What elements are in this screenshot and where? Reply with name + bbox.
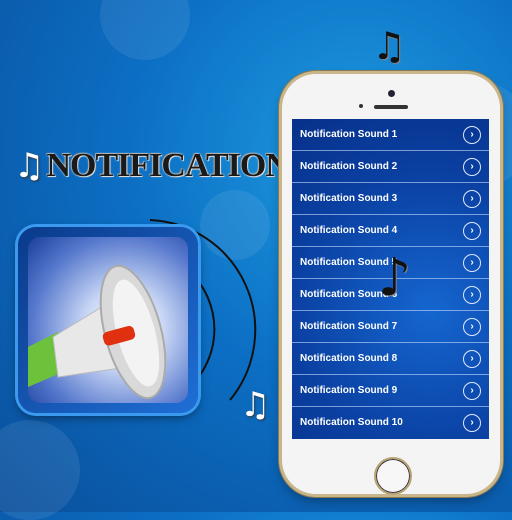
list-item-label: Notification Sound 1 <box>300 129 398 140</box>
list-item-label: Notification Sound 2 <box>300 161 398 172</box>
list-item[interactable]: Notification Sound 7 › <box>292 311 489 343</box>
list-item[interactable]: Notification Sound 1 › <box>292 119 489 151</box>
list-item-label: Notification Sound 9 <box>300 385 398 396</box>
chevron-right-icon[interactable]: › <box>463 157 481 176</box>
megaphone-icon <box>28 237 188 403</box>
list-item-label: Notification Sound 7 <box>300 321 398 332</box>
music-note-icon: ♫ <box>372 24 407 68</box>
home-button[interactable] <box>374 457 412 495</box>
chevron-right-icon[interactable]: › <box>463 317 481 336</box>
chevron-right-icon[interactable]: › <box>463 381 481 400</box>
sensor-icon <box>359 104 363 108</box>
chevron-right-icon[interactable]: › <box>463 125 481 144</box>
camera-icon <box>388 90 395 97</box>
list-item[interactable]: Notification Sound 10 › <box>292 407 489 438</box>
list-item[interactable]: Notification Sound 9 › <box>292 375 489 407</box>
app-icon <box>18 227 198 413</box>
list-item-label: Notification Sound 8 <box>300 353 398 364</box>
speaker-grille <box>374 105 408 109</box>
bokeh-light <box>0 420 80 520</box>
list-item[interactable]: Notification Sound 8 › <box>292 343 489 375</box>
music-note-icon: ♫ <box>14 146 45 186</box>
music-note-icon: ♪ <box>378 248 412 308</box>
music-note-icon: ♫ <box>240 385 271 425</box>
chevron-right-icon[interactable]: › <box>463 413 481 432</box>
chevron-right-icon[interactable]: › <box>463 285 481 304</box>
list-item-label: Notification Sound 4 <box>300 225 398 236</box>
chevron-right-icon[interactable]: › <box>463 349 481 368</box>
app-title: ♫ NOTIFICATION <box>14 146 290 186</box>
chevron-right-icon[interactable]: › <box>463 253 481 272</box>
bokeh-light <box>100 0 190 60</box>
list-item-label: Notification Sound 3 <box>300 193 398 204</box>
chevron-right-icon[interactable]: › <box>463 189 481 208</box>
list-item-label: Notification Sound 10 <box>300 417 403 428</box>
list-item[interactable]: Notification Sound 4 › <box>292 215 489 247</box>
title-text: NOTIFICATION <box>46 147 289 184</box>
list-item[interactable]: Notification Sound 2 › <box>292 151 489 183</box>
list-item[interactable]: Notification Sound 3 › <box>292 183 489 215</box>
chevron-right-icon[interactable]: › <box>463 221 481 240</box>
